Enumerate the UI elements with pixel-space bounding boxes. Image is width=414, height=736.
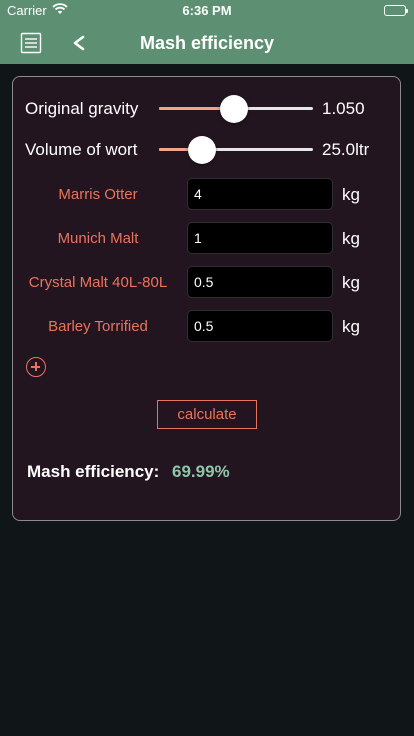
original-gravity-slider[interactable] [159,95,313,123]
original-gravity-label: Original gravity [25,99,139,118]
grain-unit: kg [342,273,360,292]
navigation-bar: Mash efficiency [0,22,414,64]
grain-unit: kg [342,185,360,204]
grain-unit: kg [342,229,360,248]
grain-name-marris-otter: Marris Otter [58,186,138,203]
calculate-button[interactable]: calculate [157,400,257,429]
slider-thumb[interactable] [220,95,249,123]
grain-amount-input-marris-otter[interactable] [187,178,333,210]
grain-name-barley-torrified: Barley Torrified [48,318,148,335]
grain-amount-input-crystal-malt[interactable] [187,266,333,298]
status-time: 6:36 PM [182,3,232,18]
battery-icon [384,5,408,16]
mash-calculator-card: Original gravity 1.050 Volume of wort 25… [12,76,401,521]
original-gravity-value: 1.050 [322,99,365,118]
status-bar: Carrier 6:36 PM [0,0,414,22]
plus-circle-icon[interactable] [26,357,46,377]
grain-name-munich-malt: Munich Malt [57,230,139,247]
grain-amount-input-munich-malt[interactable] [187,222,333,254]
grain-amount-input-barley-torrified[interactable] [187,310,333,342]
volume-of-wort-label: Volume of wort [25,140,138,159]
grain-unit: kg [342,317,360,336]
slider-thumb[interactable] [188,136,217,164]
grain-name-crystal-malt: Crystal Malt 40L-80L [28,274,168,291]
mash-efficiency-label: Mash efficiency: [27,462,160,481]
mash-efficiency-value: 69.99% [172,462,230,481]
volume-of-wort-slider[interactable] [159,136,313,164]
page-title: Mash efficiency [139,33,275,53]
volume-of-wort-value: 25.0ltr [322,140,370,159]
